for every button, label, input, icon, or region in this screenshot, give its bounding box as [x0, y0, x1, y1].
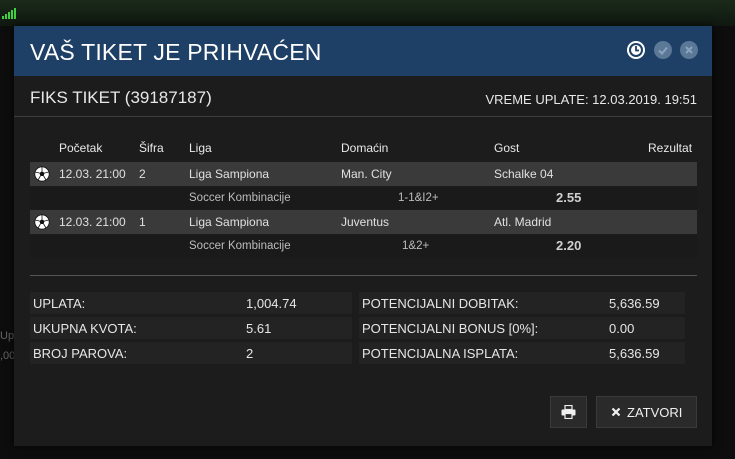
summary-value: 5,636.59 — [609, 296, 660, 311]
print-button[interactable] — [550, 396, 587, 428]
close-icon[interactable] — [680, 41, 698, 59]
summary-label: POTENCIJALNA ISPLATA: — [362, 346, 519, 361]
row-home: Man. City — [341, 167, 392, 181]
divider — [30, 275, 697, 276]
row-pick: 1&2+ — [402, 240, 430, 252]
ticket-title: FIKS TIKET (39187187) — [30, 88, 212, 107]
header-code: Šifra — [139, 141, 164, 155]
summary-label: POTENCIJALNI DOBITAK: — [362, 296, 519, 311]
soccer-ball-icon — [34, 166, 50, 182]
summary-value: 1,004.74 — [246, 296, 297, 311]
summary-row: POTENCIJALNA ISPLATA: 5,636.59 — [359, 342, 685, 364]
background-text: ,00 — [0, 350, 16, 362]
row-code: 1 — [139, 215, 146, 229]
summary-row: POTENCIJALNI DOBITAK: 5,636.59 — [359, 292, 685, 314]
check-icon[interactable] — [654, 41, 672, 59]
modal-header: VAŠ TIKET JE PRIHVAĆEN — [14, 26, 712, 76]
soccer-ball-icon — [34, 214, 50, 230]
header-away: Gost — [494, 141, 520, 155]
table-row: 12.03. 21:00 2 Liga Sampiona Man. City S… — [30, 162, 697, 186]
summary-value: 2 — [246, 346, 254, 361]
row-pick: 1-1&I2+ — [398, 192, 439, 204]
signal-icon — [2, 8, 16, 19]
header-start: Početak — [59, 141, 103, 155]
summary-row: POTENCIJALNI BONUS [0%]: 0.00 — [359, 317, 685, 339]
row-away: Schalke 04 — [494, 167, 554, 181]
summary-row: BROJ PAROVA: 2 — [30, 342, 352, 364]
payment-time: VREME UPLATE: 12.03.2019. 19:51 — [485, 92, 698, 107]
row-start: 12.03. 21:00 — [59, 167, 126, 181]
close-button[interactable]: ZATVORI — [596, 396, 697, 428]
table-row: 12.03. 21:00 1 Liga Sampiona Juventus At… — [30, 210, 697, 234]
close-button-label: ZATVORI — [627, 405, 683, 420]
row-bet-type: Soccer Kombinacije — [189, 240, 291, 252]
background-app-bar — [0, 0, 735, 26]
divider — [14, 116, 712, 117]
header-league: Liga — [189, 141, 212, 155]
row-away: Atl. Madrid — [494, 215, 552, 229]
summary-label: BROJ PAROVA: — [33, 346, 128, 361]
row-code: 2 — [139, 167, 146, 181]
summary-label: POTENCIJALNI BONUS [0%]: — [362, 321, 539, 336]
summary-value: 5.61 — [246, 321, 272, 336]
row-bet-type: Soccer Kombinacije — [189, 192, 291, 204]
summary-label: UPLATA: — [33, 296, 86, 311]
print-icon — [561, 405, 576, 419]
x-icon — [611, 407, 621, 417]
summary-label: UKUPNA KVOTA: — [33, 321, 137, 336]
row-league: Liga Sampiona — [189, 167, 270, 181]
summary-value: 0.00 — [609, 321, 635, 336]
ticket-modal: VAŠ TIKET JE PRIHVAĆEN FIKS TIKET (39187… — [14, 26, 712, 446]
table-subrow: Soccer Kombinacije 1-1&I2+ 2.55 — [30, 187, 697, 209]
row-home: Juventus — [341, 215, 390, 229]
header-home: Domaćin — [341, 141, 389, 155]
clock-icon[interactable] — [627, 41, 645, 59]
header-result: Rezultat — [648, 141, 693, 155]
row-league: Liga Sampiona — [189, 215, 270, 229]
row-start: 12.03. 21:00 — [59, 215, 126, 229]
summary-value: 5,636.59 — [609, 346, 660, 361]
table-subrow: Soccer Kombinacije 1&2+ 2.20 — [30, 235, 697, 257]
modal-title: VAŠ TIKET JE PRIHVAĆEN — [30, 39, 322, 65]
summary-row: UKUPNA KVOTA: 5.61 — [30, 317, 352, 339]
row-odds: 2.55 — [556, 190, 582, 205]
row-odds: 2.20 — [556, 238, 582, 253]
summary-row: UPLATA: 1,004.74 — [30, 292, 352, 314]
